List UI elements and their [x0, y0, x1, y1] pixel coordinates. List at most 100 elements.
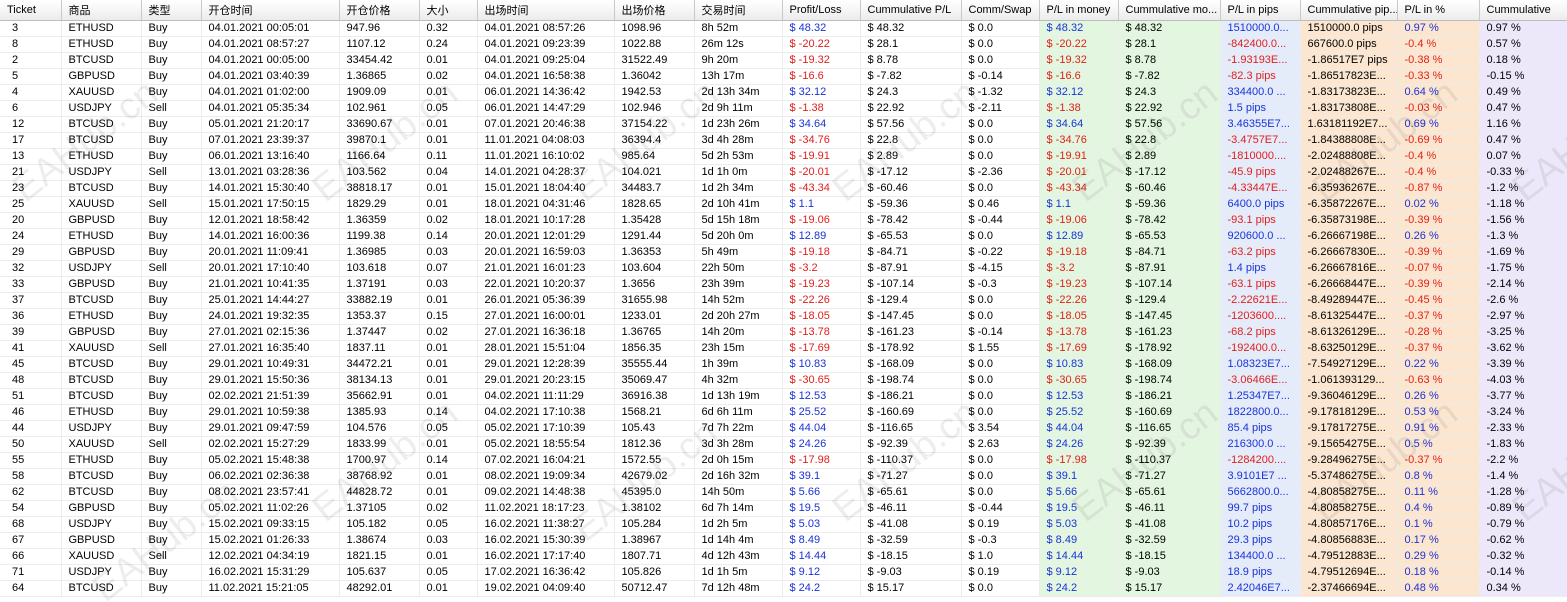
- col-open-price-header[interactable]: 开仓价格: [339, 0, 420, 21]
- table-row[interactable]: 55 ETHUSD Buy 05.02.2021 15:48:38 1700.97 0.1…: [0, 452, 1567, 469]
- col-open-time-cell: 07.01.2021 23:39:37: [201, 132, 340, 149]
- col-cumulative-pips-cell: -2.37466694E...: [1300, 580, 1398, 597]
- col-close-price-cell: 104.021: [614, 164, 695, 181]
- table-row[interactable]: 32 USDJPY Sell 20.01.2021 17:10:40 103.618 0.…: [0, 260, 1567, 277]
- col-cumulative-pl-cell: $ -87.91: [860, 260, 962, 277]
- table-row[interactable]: 20 GBPUSD Buy 12.01.2021 18:58:42 1.36359 0.0…: [0, 212, 1567, 229]
- table-row[interactable]: 64 BTCUSD Buy 11.02.2021 15:21:05 48292.01 0.…: [0, 580, 1567, 597]
- table-row[interactable]: 48 BTCUSD Buy 29.01.2021 15:50:36 38134.13 0.…: [0, 372, 1567, 389]
- col-trade-duration-cell: 1d 13h 19m: [694, 388, 783, 405]
- col-comm-swap-cell: $ 0.0: [961, 132, 1040, 149]
- col-ticket-cell: 62: [0, 484, 62, 501]
- col-open-time-cell: 13.01.2021 03:28:36: [201, 164, 340, 181]
- col-pl-pips-header[interactable]: P/L in pips: [1220, 0, 1301, 21]
- col-cumulative-percent-header[interactable]: Cummulative: [1479, 0, 1567, 21]
- col-close-price-header[interactable]: 出场价格: [614, 0, 695, 21]
- col-open-time-cell: 04.01.2021 00:05:01: [201, 20, 340, 37]
- col-close-time-cell: 29.01.2021 12:28:39: [477, 356, 615, 373]
- col-type-header[interactable]: 类型: [141, 0, 202, 21]
- table-row[interactable]: 3 ETHUSD Buy 04.01.2021 00:05:01 947.96 0.32 0…: [0, 20, 1567, 37]
- col-open-time-header[interactable]: 开仓时间: [201, 0, 340, 21]
- table-row[interactable]: 13 ETHUSD Buy 06.01.2021 13:16:40 1166.64 0.1…: [0, 148, 1567, 165]
- table-row[interactable]: 4 XAUUSD Buy 04.01.2021 01:02:00 1909.09 0.01…: [0, 84, 1567, 101]
- col-comm-swap-cell: $ 0.0: [961, 388, 1040, 405]
- table-row[interactable]: 12 BTCUSD Buy 05.01.2021 21:20:17 33690.67 0.…: [0, 116, 1567, 133]
- table-row[interactable]: 25 XAUUSD Sell 15.01.2021 17:50:15 1829.29 0.…: [0, 196, 1567, 213]
- col-trade-duration-header[interactable]: 交易时间: [694, 0, 783, 21]
- table-row[interactable]: 5 GBPUSD Buy 04.01.2021 03:40:39 1.36865 0.02…: [0, 68, 1567, 85]
- table-row[interactable]: 51 BTCUSD Buy 02.02.2021 21:51:39 35662.91 0.…: [0, 388, 1567, 405]
- table-row[interactable]: 23 BTCUSD Buy 14.01.2021 15:30:40 38818.17 0.…: [0, 180, 1567, 197]
- col-cumulative-percent-cell: -1.3 %: [1479, 228, 1567, 245]
- col-size-header[interactable]: 大小: [419, 0, 478, 21]
- table-row[interactable]: 45 BTCUSD Buy 29.01.2021 10:49:31 34472.21 0.…: [0, 356, 1567, 373]
- table-row[interactable]: 58 BTCUSD Buy 06.02.2021 02:36:38 38768.92 0.…: [0, 468, 1567, 485]
- table-row[interactable]: 46 ETHUSD Buy 29.01.2021 10:59:38 1385.93 0.1…: [0, 404, 1567, 421]
- col-cumulative-pips-header[interactable]: Cummulative pip...: [1300, 0, 1398, 21]
- table-row[interactable]: 44 USDJPY Buy 29.01.2021 09:47:59 104.576 0.0…: [0, 420, 1567, 437]
- table-row[interactable]: 68 USDJPY Buy 15.02.2021 09:33:15 105.182 0.0…: [0, 516, 1567, 533]
- table-row[interactable]: 67 GBPUSD Buy 15.02.2021 01:26:33 1.38674 0.0…: [0, 532, 1567, 549]
- col-cumulative-pips-cell: -1.84388808E...: [1300, 132, 1398, 149]
- col-profit-loss-header[interactable]: Profit/Loss: [782, 0, 861, 21]
- table-row[interactable]: 8 ETHUSD Buy 04.01.2021 08:57:27 1107.12 0.24…: [0, 36, 1567, 53]
- col-cumulative-money-cell: $ -32.59: [1118, 532, 1221, 549]
- table-row[interactable]: 29 GBPUSD Buy 20.01.2021 11:09:41 1.36985 0.0…: [0, 244, 1567, 261]
- col-cumulative-percent-cell: 0.97 %: [1479, 20, 1567, 37]
- col-cumulative-pips-cell: 1510000.0 pips: [1300, 20, 1398, 37]
- col-size-cell: 0.01: [419, 548, 478, 565]
- col-pl-percent-header[interactable]: P/L in %: [1397, 0, 1480, 21]
- col-cumulative-money-header[interactable]: Cummulative mo...: [1118, 0, 1221, 21]
- col-pl-pips-cell: 1510000.0...: [1220, 20, 1301, 37]
- col-cumulative-money-cell: $ -59.36: [1118, 196, 1221, 213]
- col-pl-percent-cell: 0.5 %: [1397, 436, 1480, 453]
- table-row[interactable]: 2 BTCUSD Buy 04.01.2021 00:05:00 33454.42 0.0…: [0, 52, 1567, 69]
- table-row[interactable]: 62 BTCUSD Buy 08.02.2021 23:57:41 44828.72 0.…: [0, 484, 1567, 501]
- col-symbol-header[interactable]: 商品: [61, 0, 142, 21]
- col-close-time-cell: 07.02.2021 16:04:21: [477, 452, 615, 469]
- col-cumulative-percent-cell: -2.33 %: [1479, 420, 1567, 437]
- col-open-time-cell: 02.02.2021 21:51:39: [201, 388, 340, 405]
- col-type-cell: Buy: [141, 212, 202, 229]
- col-size-cell: 0.01: [419, 196, 478, 213]
- table-row[interactable]: 66 XAUUSD Sell 12.02.2021 04:34:19 1821.15 0.…: [0, 548, 1567, 565]
- col-profit-loss-cell: $ -17.69: [782, 340, 861, 357]
- table-row[interactable]: 6 USDJPY Sell 04.01.2021 05:35:34 102.961 0.0…: [0, 100, 1567, 117]
- table-row[interactable]: 71 USDJPY Buy 16.02.2021 15:31:29 105.637 0.0…: [0, 564, 1567, 581]
- col-profit-loss-cell: $ -43.34: [782, 180, 861, 197]
- col-pl-money-cell: $ 12.53: [1039, 388, 1119, 405]
- col-comm-swap-cell: $ 0.0: [961, 468, 1040, 485]
- table-row[interactable]: 54 GBPUSD Buy 05.02.2021 11:02:26 1.37105 0.0…: [0, 500, 1567, 517]
- col-open-price-cell: 1199.38: [339, 228, 420, 245]
- table-row[interactable]: 39 GBPUSD Buy 27.01.2021 02:15:36 1.37447 0.0…: [0, 324, 1567, 341]
- col-close-price-cell: 50712.47: [614, 580, 695, 597]
- col-close-time-cell: 04.01.2021 09:23:39: [477, 36, 615, 53]
- table-row[interactable]: 21 USDJPY Sell 13.01.2021 03:28:36 103.562 0.…: [0, 164, 1567, 181]
- table-row[interactable]: 36 ETHUSD Buy 24.01.2021 19:32:35 1353.37 0.1…: [0, 308, 1567, 325]
- col-profit-loss-cell: $ -19.91: [782, 148, 861, 165]
- col-profit-loss-cell: $ 24.26: [782, 436, 861, 453]
- col-cumulative-pl-header[interactable]: Cummulative P/L: [860, 0, 962, 21]
- col-symbol-cell: BTCUSD: [61, 580, 142, 597]
- col-comm-swap-header[interactable]: Comm/Swap: [961, 0, 1040, 21]
- col-symbol-cell: GBPUSD: [61, 276, 142, 293]
- col-trade-duration-cell: 2d 13h 34m: [694, 84, 783, 101]
- col-trade-duration-cell: 1d 2h 34m: [694, 180, 783, 197]
- table-row[interactable]: 33 GBPUSD Buy 21.01.2021 10:41:35 1.37191 0.0…: [0, 276, 1567, 293]
- col-comm-swap-cell: $ 0.46: [961, 196, 1040, 213]
- col-close-time-header[interactable]: 出场时间: [477, 0, 615, 21]
- col-type-cell: Buy: [141, 228, 202, 245]
- col-pl-pips-cell: 6400.0 pips: [1220, 196, 1301, 213]
- col-close-time-cell: 15.01.2021 18:04:40: [477, 180, 615, 197]
- table-row[interactable]: 50 XAUUSD Sell 02.02.2021 15:27:29 1833.99 0.…: [0, 436, 1567, 453]
- col-size-cell: 0.15: [419, 308, 478, 325]
- col-symbol-cell: BTCUSD: [61, 356, 142, 373]
- col-ticket-header[interactable]: Ticket: [0, 0, 62, 21]
- table-row[interactable]: 37 BTCUSD Buy 25.01.2021 14:44:27 33882.19 0.…: [0, 292, 1567, 309]
- col-open-price-cell: 1.36865: [339, 68, 420, 85]
- table-row[interactable]: 24 ETHUSD Buy 14.01.2021 16:00:36 1199.38 0.1…: [0, 228, 1567, 245]
- col-pl-money-header[interactable]: P/L in money: [1039, 0, 1119, 21]
- col-pl-pips-cell: -68.2 pips: [1220, 324, 1301, 341]
- table-row[interactable]: 41 XAUUSD Sell 27.01.2021 16:35:40 1837.11 0.…: [0, 340, 1567, 357]
- table-row[interactable]: 17 BTCUSD Buy 07.01.2021 23:39:37 39870.1 0.0…: [0, 132, 1567, 149]
